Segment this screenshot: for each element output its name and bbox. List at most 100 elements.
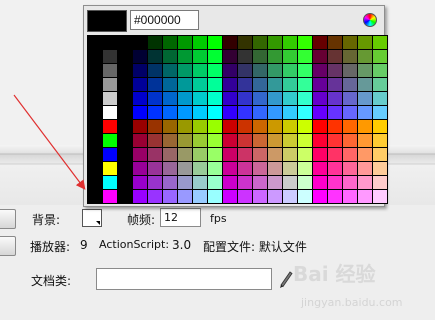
color-swatch[interactable]: [313, 50, 327, 63]
color-swatch[interactable]: [193, 148, 207, 161]
color-swatch[interactable]: [178, 120, 192, 133]
color-swatch[interactable]: [223, 64, 237, 77]
color-swatch[interactable]: [343, 36, 357, 49]
color-swatch[interactable]: [283, 120, 297, 133]
color-swatch[interactable]: [178, 78, 192, 91]
left-edge-button-2[interactable]: [0, 236, 16, 256]
color-swatch[interactable]: [88, 190, 102, 203]
color-swatch[interactable]: [298, 50, 312, 63]
color-swatch[interactable]: [358, 134, 372, 147]
color-swatch[interactable]: [373, 120, 387, 133]
color-swatch[interactable]: [133, 36, 147, 49]
color-swatch[interactable]: [133, 120, 147, 133]
color-swatch[interactable]: [343, 78, 357, 91]
color-swatch[interactable]: [358, 106, 372, 119]
color-swatch[interactable]: [148, 78, 162, 91]
color-swatch[interactable]: [223, 106, 237, 119]
color-swatch[interactable]: [253, 92, 267, 105]
color-swatch[interactable]: [148, 50, 162, 63]
color-swatch[interactable]: [223, 92, 237, 105]
color-swatch[interactable]: [148, 36, 162, 49]
color-swatch[interactable]: [193, 36, 207, 49]
color-swatch[interactable]: [118, 176, 132, 189]
color-swatch[interactable]: [298, 78, 312, 91]
color-swatch[interactable]: [313, 134, 327, 147]
color-swatch[interactable]: [358, 78, 372, 91]
color-swatch[interactable]: [193, 64, 207, 77]
color-swatch[interactable]: [298, 162, 312, 175]
color-swatch[interactable]: [238, 50, 252, 63]
color-swatch[interactable]: [298, 106, 312, 119]
color-swatch[interactable]: [253, 176, 267, 189]
color-swatch[interactable]: [148, 176, 162, 189]
color-swatch[interactable]: [343, 106, 357, 119]
color-swatch[interactable]: [88, 148, 102, 161]
color-swatch[interactable]: [118, 36, 132, 49]
color-swatch[interactable]: [133, 148, 147, 161]
color-swatch[interactable]: [163, 36, 177, 49]
color-swatch[interactable]: [223, 176, 237, 189]
color-swatch[interactable]: [268, 92, 282, 105]
color-swatch[interactable]: [358, 64, 372, 77]
color-swatch[interactable]: [178, 50, 192, 63]
color-swatch[interactable]: [313, 106, 327, 119]
color-swatch[interactable]: [208, 120, 222, 133]
color-swatch[interactable]: [118, 78, 132, 91]
color-swatch[interactable]: [253, 162, 267, 175]
color-swatch[interactable]: [283, 36, 297, 49]
color-swatch[interactable]: [238, 92, 252, 105]
color-swatch[interactable]: [313, 64, 327, 77]
color-swatch[interactable]: [88, 134, 102, 147]
color-swatch[interactable]: [148, 190, 162, 203]
color-swatch[interactable]: [373, 148, 387, 161]
color-swatch[interactable]: [358, 36, 372, 49]
color-swatch[interactable]: [208, 106, 222, 119]
color-swatch[interactable]: [343, 50, 357, 63]
color-swatch[interactable]: [283, 190, 297, 203]
color-swatch[interactable]: [178, 162, 192, 175]
color-swatch[interactable]: [193, 50, 207, 63]
color-swatch[interactable]: [298, 148, 312, 161]
color-swatch[interactable]: [298, 64, 312, 77]
color-swatch[interactable]: [358, 162, 372, 175]
color-swatch[interactable]: [253, 148, 267, 161]
color-swatch[interactable]: [193, 92, 207, 105]
color-swatch[interactable]: [103, 78, 117, 91]
color-swatch[interactable]: [268, 106, 282, 119]
color-swatch[interactable]: [373, 162, 387, 175]
color-swatch[interactable]: [163, 78, 177, 91]
color-swatch[interactable]: [118, 162, 132, 175]
color-swatch[interactable]: [103, 176, 117, 189]
color-swatch[interactable]: [223, 134, 237, 147]
color-swatch[interactable]: [103, 92, 117, 105]
color-swatch[interactable]: [373, 50, 387, 63]
color-swatch[interactable]: [163, 50, 177, 63]
color-swatch[interactable]: [358, 176, 372, 189]
color-swatch[interactable]: [313, 162, 327, 175]
color-swatch[interactable]: [283, 78, 297, 91]
color-swatch[interactable]: [178, 134, 192, 147]
color-swatch[interactable]: [268, 176, 282, 189]
color-swatch[interactable]: [238, 78, 252, 91]
color-swatch[interactable]: [313, 120, 327, 133]
color-swatch[interactable]: [283, 92, 297, 105]
color-swatch[interactable]: [88, 162, 102, 175]
color-swatch[interactable]: [118, 92, 132, 105]
color-swatch[interactable]: [148, 92, 162, 105]
color-swatch[interactable]: [88, 64, 102, 77]
color-swatch[interactable]: [298, 92, 312, 105]
color-swatch[interactable]: [328, 92, 342, 105]
color-swatch[interactable]: [223, 162, 237, 175]
color-swatch[interactable]: [268, 78, 282, 91]
color-swatch[interactable]: [163, 134, 177, 147]
color-swatch[interactable]: [268, 148, 282, 161]
color-swatch[interactable]: [148, 134, 162, 147]
color-swatch[interactable]: [328, 36, 342, 49]
color-swatch[interactable]: [358, 50, 372, 63]
color-swatch[interactable]: [358, 148, 372, 161]
color-swatch[interactable]: [103, 120, 117, 133]
color-swatch[interactable]: [253, 50, 267, 63]
color-swatch[interactable]: [223, 120, 237, 133]
color-swatch[interactable]: [208, 92, 222, 105]
color-swatch[interactable]: [163, 120, 177, 133]
